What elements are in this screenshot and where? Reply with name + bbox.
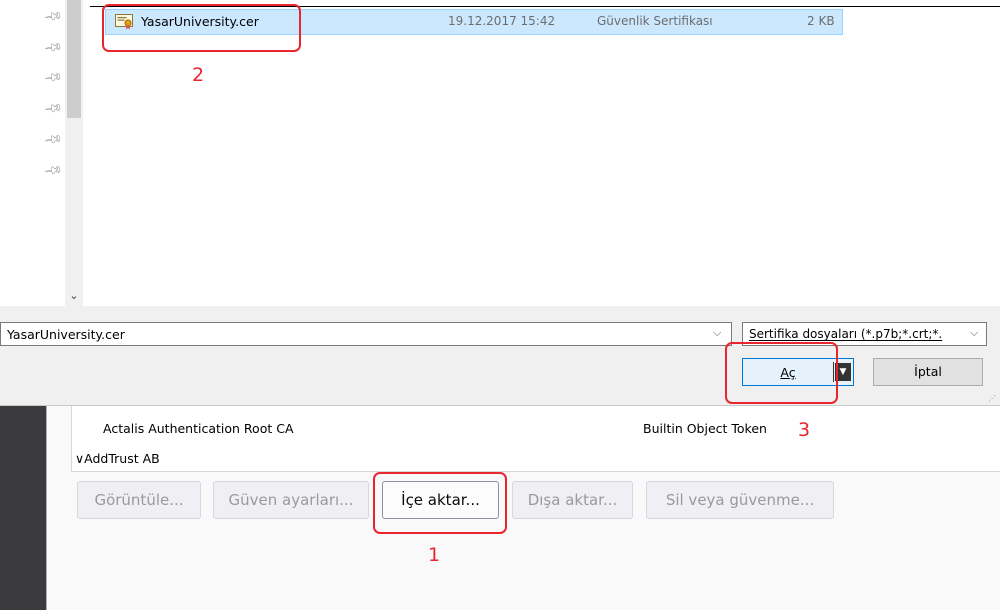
cancel-button[interactable]: İptal [873, 358, 983, 386]
resize-grip-icon[interactable]: ⋰ [988, 394, 996, 403]
annotation-box-1 [373, 472, 507, 534]
file-type-filter-value: Sertifika dosyaları (*.p7b;*.crt;*. [749, 327, 943, 341]
annotation-step-3: 3 [798, 419, 811, 441]
side-scrollbar-thumb[interactable] [67, 0, 81, 118]
window-backdrop [0, 406, 46, 610]
certificate-group[interactable]: ∨AddTrust AB [75, 451, 160, 466]
annotation-step-2: 2 [192, 64, 205, 86]
chevron-down-icon[interactable]: ⌵ [970, 326, 978, 340]
trust-settings-button[interactable]: Güven ayarları... [213, 481, 369, 519]
pin-icon[interactable]: 📌︎ [43, 6, 64, 26]
certificate-list[interactable] [71, 406, 1000, 472]
file-modified-date: 19.12.2017 15:42 [448, 14, 556, 28]
view-button[interactable]: Görüntüle... [77, 481, 201, 519]
filename-input[interactable]: YasarUniversity.cer [7, 327, 125, 342]
export-button[interactable]: Dışa aktar... [512, 481, 633, 519]
file-open-dialog: 📌︎ 📌︎ 📌︎ 📌︎ 📌︎ 📌︎ ⌄ YasarUniversity.cer … [0, 0, 1000, 406]
annotation-box-3 [725, 342, 838, 404]
pin-icon[interactable]: 📌︎ [43, 160, 64, 180]
pin-icon[interactable]: 📌︎ [43, 129, 64, 149]
pin-icon[interactable]: 📌︎ [43, 37, 64, 57]
chevron-down-icon[interactable]: ⌄ [65, 288, 83, 304]
annotation-box-2 [102, 4, 301, 52]
filename-combobox[interactable]: YasarUniversity.cer ⌵ [0, 322, 732, 346]
pin-icon[interactable]: 📌︎ [43, 67, 64, 87]
chevron-down-icon[interactable]: ⌵ [713, 326, 721, 340]
certificate-token[interactable]: Builtin Object Token [643, 421, 767, 436]
quick-access-pane: 📌︎ 📌︎ 📌︎ 📌︎ 📌︎ 📌︎ ⌄ [0, 0, 86, 306]
dialog-bottom-bar: YasarUniversity.cer ⌵ Sertifika dosyalar… [0, 306, 1000, 406]
delete-or-distrust-button[interactable]: Sil veya güvenme... [646, 481, 834, 519]
certificate-name[interactable]: Actalis Authentication Root CA [103, 421, 294, 436]
file-type: Güvenlik Sertifikası [597, 14, 713, 28]
annotation-step-1: 1 [428, 544, 441, 566]
pin-icon[interactable]: 📌︎ [43, 98, 64, 118]
file-size: 2 KB [807, 14, 835, 28]
